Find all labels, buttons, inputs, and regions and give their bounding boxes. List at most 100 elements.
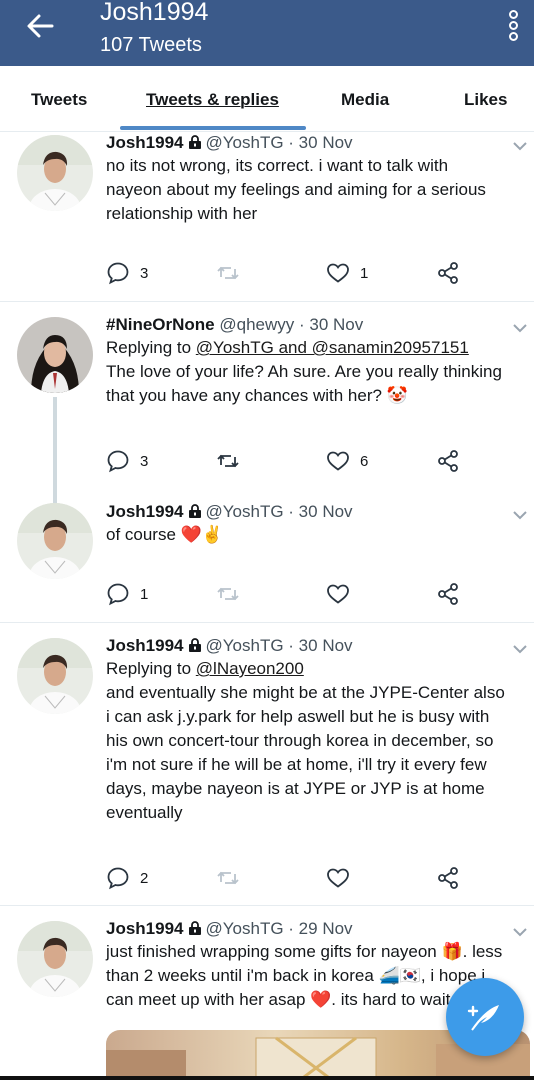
like-button[interactable]: 1 <box>326 258 368 288</box>
reply-button[interactable]: 3 <box>106 446 148 476</box>
avatar[interactable] <box>17 135 93 211</box>
system-navigation-bar <box>0 1076 534 1080</box>
tab-tweets-and-replies[interactable]: Tweets & replies <box>146 90 279 110</box>
reply-icon <box>107 867 129 890</box>
tweet[interactable]: Josh1994 @YoshTG · 30 Nov no its not wron… <box>0 132 534 302</box>
share-button[interactable] <box>436 579 460 609</box>
more-options-icon[interactable] <box>506 10 520 44</box>
share-button[interactable] <box>436 863 460 893</box>
author-name: Josh1994 <box>106 636 184 655</box>
replying-to: Replying to @lNayeon200 <box>106 659 304 678</box>
active-tab-indicator <box>120 126 306 130</box>
tweet[interactable]: Josh1994 @YoshTG · 30 Nov Replying to @lN… <box>0 623 534 906</box>
tab-likes[interactable]: Likes <box>464 90 507 110</box>
retweet-icon <box>217 266 239 280</box>
tweet-date: · 30 Nov <box>288 502 353 521</box>
tab-tweets[interactable]: Tweets <box>31 90 87 110</box>
retweet-button[interactable] <box>216 258 240 288</box>
reply-icon <box>107 262 129 285</box>
tweet-date: · 30 Nov <box>299 315 364 334</box>
tweet-header: #NineOrNone @qhewyy · 30 Nov <box>106 314 506 336</box>
like-button[interactable] <box>326 579 350 609</box>
back-arrow-icon[interactable] <box>22 8 58 44</box>
replying-to: Replying to @YoshTG and @sanamin20957151 <box>106 338 469 357</box>
profile-header: Josh1994 107 Tweets <box>0 0 534 66</box>
reply-button[interactable]: 3 <box>106 258 148 288</box>
reply-icon <box>107 583 129 606</box>
author-handle: @YoshTG <box>205 636 284 655</box>
chevron-down-icon[interactable] <box>512 509 528 521</box>
tweet-text: just finished wrapping some gifts for na… <box>106 942 503 1009</box>
heart-icon <box>327 584 349 604</box>
tweet-actions: 3 1 <box>106 258 476 288</box>
author-handle: @qhewyy <box>219 315 295 334</box>
tweet-date: · 30 Nov <box>288 636 353 655</box>
compose-tweet-button[interactable] <box>446 978 524 1056</box>
tweet-header: Josh1994 @YoshTG · 30 Nov <box>106 501 506 523</box>
tweet-text: and eventually she might be at the JYPE-… <box>106 683 505 822</box>
profile-name: Josh1994 <box>100 0 209 26</box>
lock-icon <box>188 638 201 652</box>
like-button[interactable]: 6 <box>326 446 368 476</box>
heart-icon <box>327 263 349 283</box>
tweet-actions: 3 6 <box>106 446 476 476</box>
lock-icon <box>188 921 201 935</box>
author-name: #NineOrNone <box>106 315 215 334</box>
chevron-down-icon[interactable] <box>512 140 528 152</box>
lock-icon <box>188 135 201 149</box>
tweet[interactable]: #NineOrNone @qhewyy · 30 Nov Replying to… <box>0 302 534 505</box>
retweet-icon <box>217 454 239 468</box>
tweet-header: Josh1994 @YoshTG · 30 Nov <box>106 132 506 154</box>
share-button[interactable] <box>436 258 460 288</box>
tweet[interactable]: Josh1994 @YoshTG · 30 Nov of course ❤️✌️ … <box>0 497 534 623</box>
heart-icon <box>327 451 349 471</box>
retweet-icon <box>217 871 239 885</box>
retweet-icon <box>217 587 239 601</box>
mention-link[interactable]: @YoshTG and @sanamin20957151 <box>196 338 469 357</box>
share-button[interactable] <box>436 446 460 476</box>
author-name: Josh1994 <box>106 919 184 938</box>
retweet-button[interactable] <box>216 446 240 476</box>
share-icon <box>438 867 458 889</box>
reply-icon <box>107 450 129 473</box>
author-handle: @YoshTG <box>205 919 284 938</box>
tweet-actions: 1 <box>106 579 476 609</box>
author-name: Josh1994 <box>106 502 184 521</box>
avatar[interactable] <box>17 921 93 997</box>
avatar[interactable] <box>17 503 93 579</box>
share-icon <box>438 262 458 284</box>
mention-link[interactable]: @lNayeon200 <box>196 659 304 678</box>
tweet-actions: 2 <box>106 863 476 893</box>
like-button[interactable] <box>326 863 350 893</box>
thread-line <box>53 397 57 505</box>
tab-media[interactable]: Media <box>341 90 389 110</box>
reply-count: 2 <box>140 869 149 887</box>
avatar[interactable] <box>17 317 93 393</box>
tweet-header: Josh1994 @YoshTG · 29 Nov <box>106 918 506 940</box>
chevron-down-icon[interactable] <box>512 322 528 334</box>
tweet-date: · 29 Nov <box>288 919 353 938</box>
reply-button[interactable]: 1 <box>106 579 148 609</box>
retweet-button[interactable] <box>216 579 240 609</box>
like-count: 1 <box>360 264 369 282</box>
reply-count: 3 <box>140 264 149 282</box>
avatar[interactable] <box>17 638 93 714</box>
share-icon <box>438 583 458 605</box>
author-handle: @YoshTG <box>205 133 284 152</box>
author-name: Josh1994 <box>106 133 184 152</box>
reply-button[interactable]: 2 <box>106 863 148 893</box>
lock-icon <box>188 504 201 518</box>
profile-tabs: Tweets Tweets & replies Media Likes <box>0 66 534 132</box>
chevron-down-icon[interactable] <box>512 926 528 938</box>
reply-count: 3 <box>140 452 149 470</box>
tweet-text: of course ❤️✌️ <box>106 525 223 544</box>
like-count: 6 <box>360 452 369 470</box>
reply-count: 1 <box>140 585 149 603</box>
tweet-date: · 30 Nov <box>288 133 353 152</box>
retweet-button[interactable] <box>216 863 240 893</box>
tweet-text: no its not wrong, its correct. i want to… <box>106 156 486 223</box>
chevron-down-icon[interactable] <box>512 643 528 655</box>
tweet-text: The love of your life? Ah sure. Are you … <box>106 362 502 405</box>
heart-icon <box>327 868 349 888</box>
tweet-count: 107 Tweets <box>100 34 202 56</box>
